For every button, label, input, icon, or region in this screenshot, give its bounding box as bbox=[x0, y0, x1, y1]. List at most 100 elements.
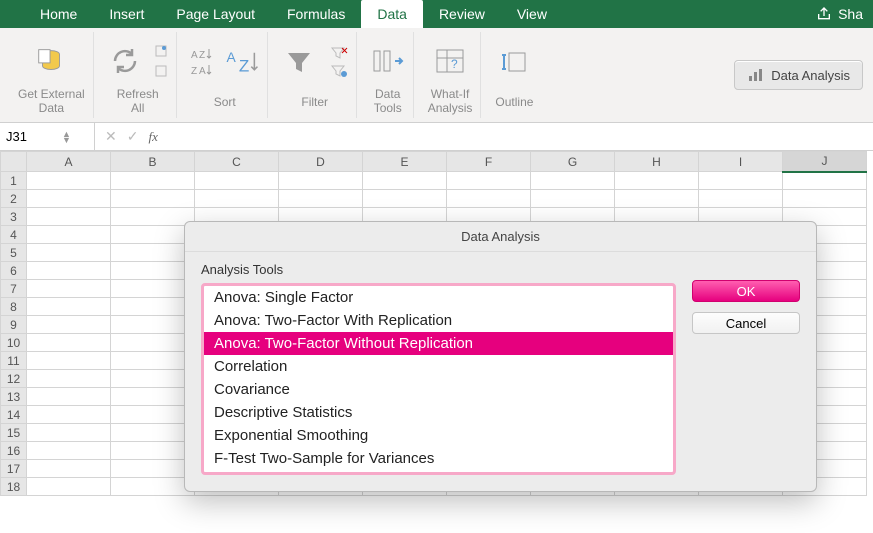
ribbon-group-refresh[interactable]: RefreshAll bbox=[100, 32, 177, 118]
analysis-tools-list[interactable]: Anova: Single FactorAnova: Two-Factor Wi… bbox=[201, 283, 676, 475]
cell[interactable] bbox=[27, 460, 111, 478]
cell[interactable] bbox=[27, 334, 111, 352]
cell[interactable] bbox=[111, 370, 195, 388]
tab-review[interactable]: Review bbox=[423, 0, 501, 28]
cell[interactable] bbox=[363, 172, 447, 190]
cell[interactable] bbox=[27, 352, 111, 370]
cell[interactable] bbox=[27, 226, 111, 244]
cell[interactable] bbox=[27, 316, 111, 334]
ribbon-group-get-external[interactable]: Get ExternalData bbox=[10, 32, 94, 118]
tab-view[interactable]: View bbox=[501, 0, 563, 28]
cell[interactable] bbox=[27, 262, 111, 280]
cell[interactable] bbox=[111, 352, 195, 370]
column-header[interactable]: J bbox=[783, 152, 867, 172]
cell[interactable] bbox=[111, 388, 195, 406]
cell[interactable] bbox=[111, 172, 195, 190]
tab-formulas[interactable]: Formulas bbox=[271, 0, 361, 28]
row-header[interactable]: 18 bbox=[1, 478, 27, 496]
cell[interactable] bbox=[699, 190, 783, 208]
cell[interactable] bbox=[27, 280, 111, 298]
analysis-tool-item[interactable]: Anova: Two-Factor With Replication bbox=[204, 309, 673, 332]
sort-desc-icon[interactable]: ZA bbox=[191, 63, 213, 77]
row-header[interactable]: 2 bbox=[1, 190, 27, 208]
column-header[interactable]: E bbox=[363, 152, 447, 172]
cell[interactable] bbox=[111, 406, 195, 424]
cell[interactable] bbox=[111, 334, 195, 352]
properties-icon[interactable] bbox=[154, 64, 168, 78]
row-header[interactable]: 15 bbox=[1, 424, 27, 442]
cell[interactable] bbox=[27, 172, 111, 190]
analysis-tool-item[interactable]: Covariance bbox=[204, 378, 673, 401]
cell[interactable] bbox=[27, 190, 111, 208]
cell[interactable] bbox=[699, 172, 783, 190]
tab-home[interactable]: Home bbox=[24, 0, 93, 28]
row-header[interactable]: 17 bbox=[1, 460, 27, 478]
row-header[interactable]: 4 bbox=[1, 226, 27, 244]
column-header[interactable]: B bbox=[111, 152, 195, 172]
row-header[interactable]: 10 bbox=[1, 334, 27, 352]
ok-button[interactable]: OK bbox=[692, 280, 800, 302]
row-header[interactable]: 9 bbox=[1, 316, 27, 334]
column-header[interactable]: C bbox=[195, 152, 279, 172]
cell[interactable] bbox=[279, 190, 363, 208]
cell[interactable] bbox=[27, 424, 111, 442]
cell[interactable] bbox=[111, 280, 195, 298]
row-header[interactable]: 12 bbox=[1, 370, 27, 388]
row-header[interactable]: 13 bbox=[1, 388, 27, 406]
tab-insert[interactable]: Insert bbox=[93, 0, 160, 28]
data-analysis-button[interactable]: Data Analysis bbox=[734, 60, 863, 90]
cell[interactable] bbox=[111, 478, 195, 496]
cell[interactable] bbox=[531, 190, 615, 208]
column-header[interactable]: A bbox=[27, 152, 111, 172]
cell[interactable] bbox=[27, 406, 111, 424]
cell[interactable] bbox=[27, 478, 111, 496]
row-header[interactable]: 11 bbox=[1, 352, 27, 370]
cell[interactable] bbox=[615, 172, 699, 190]
analysis-tool-item[interactable]: Descriptive Statistics bbox=[204, 401, 673, 424]
column-header[interactable]: G bbox=[531, 152, 615, 172]
connections-icon[interactable] bbox=[154, 44, 168, 58]
cell[interactable] bbox=[111, 244, 195, 262]
analysis-tool-item[interactable]: Anova: Two-Factor Without Replication bbox=[204, 332, 673, 355]
analysis-tool-item[interactable]: F-Test Two-Sample for Variances bbox=[204, 447, 673, 470]
cell[interactable] bbox=[111, 226, 195, 244]
analysis-tool-item[interactable]: Exponential Smoothing bbox=[204, 424, 673, 447]
tab-data[interactable]: Data bbox=[361, 0, 423, 28]
cell[interactable] bbox=[27, 388, 111, 406]
row-header[interactable]: 7 bbox=[1, 280, 27, 298]
cancel-button[interactable]: Cancel bbox=[692, 312, 800, 334]
cell[interactable] bbox=[111, 442, 195, 460]
column-header[interactable]: I bbox=[699, 152, 783, 172]
advanced-filter-icon[interactable] bbox=[330, 64, 348, 78]
analysis-tool-item[interactable]: Anova: Single Factor bbox=[204, 286, 673, 309]
row-header[interactable]: 16 bbox=[1, 442, 27, 460]
cell[interactable] bbox=[447, 172, 531, 190]
accept-formula-icon[interactable]: ✓ bbox=[127, 128, 139, 145]
name-box-stepper[interactable]: ▲▼ bbox=[62, 131, 71, 143]
cell[interactable] bbox=[111, 424, 195, 442]
cell[interactable] bbox=[111, 460, 195, 478]
cell[interactable] bbox=[27, 208, 111, 226]
cell[interactable] bbox=[111, 262, 195, 280]
share-button[interactable]: Sha bbox=[806, 0, 873, 28]
cell[interactable] bbox=[783, 190, 867, 208]
column-header[interactable]: F bbox=[447, 152, 531, 172]
row-header[interactable]: 8 bbox=[1, 298, 27, 316]
row-header[interactable]: 5 bbox=[1, 244, 27, 262]
cell[interactable] bbox=[279, 172, 363, 190]
sort-asc-icon[interactable]: AZ bbox=[191, 47, 213, 61]
formula-input[interactable] bbox=[168, 129, 863, 144]
ribbon-group-what-if[interactable]: ?What-IfAnalysis bbox=[420, 32, 482, 118]
cell[interactable] bbox=[615, 190, 699, 208]
cell[interactable] bbox=[111, 190, 195, 208]
cell[interactable] bbox=[27, 298, 111, 316]
analysis-tool-item[interactable]: Correlation bbox=[204, 355, 673, 378]
cell[interactable] bbox=[27, 244, 111, 262]
cell[interactable] bbox=[195, 172, 279, 190]
row-header[interactable]: 1 bbox=[1, 172, 27, 190]
row-header[interactable]: 3 bbox=[1, 208, 27, 226]
fx-label[interactable]: fx bbox=[148, 129, 157, 145]
cell[interactable] bbox=[531, 172, 615, 190]
name-box[interactable]: ▲▼ bbox=[0, 123, 95, 150]
row-header[interactable]: 6 bbox=[1, 262, 27, 280]
